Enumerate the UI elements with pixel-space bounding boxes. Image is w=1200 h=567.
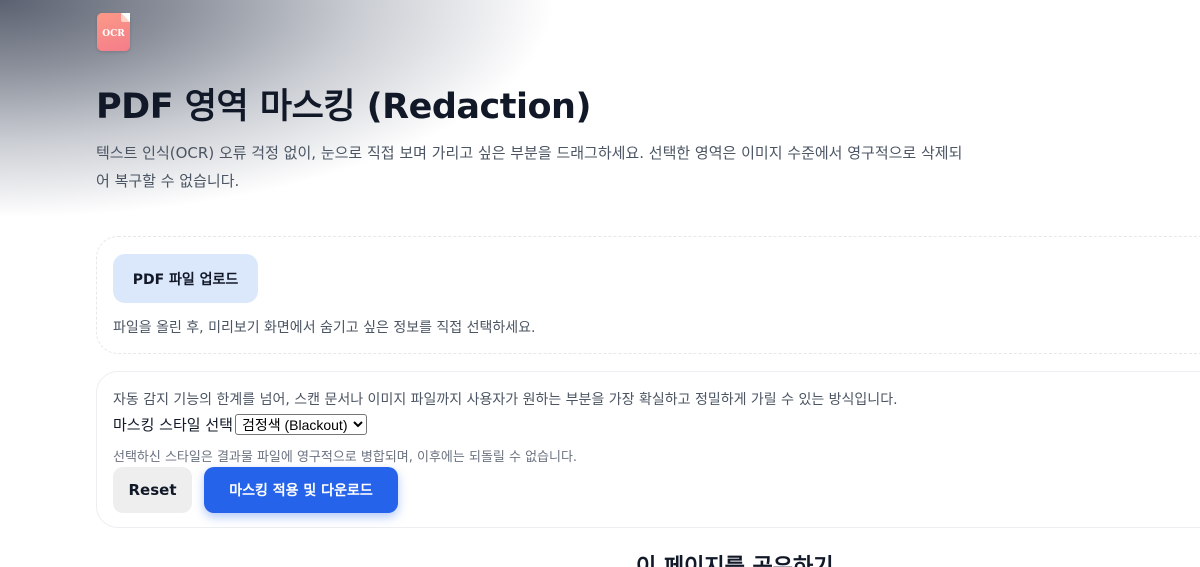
reset-button[interactable]: Reset [113, 467, 192, 513]
ocr-file-icon: OCR [97, 13, 130, 51]
page-subtitle: 텍스트 인식(OCR) 오류 걱정 없이, 눈으로 직접 보며 가리고 싶은 부… [96, 144, 963, 190]
upload-pdf-button[interactable]: PDF 파일 업로드 [113, 254, 258, 303]
upload-card: PDF 파일 업로드 파일을 올린 후, 미리보기 화면에서 숨기고 싶은 정보… [96, 236, 1200, 354]
settings-description: 자동 감지 기능의 한계를 넘어, 스캔 문서나 이미지 파일까지 사용자가 원… [113, 392, 898, 408]
logo-text: OCR [102, 29, 125, 39]
masking-style-row: 마스킹 스타일 선택 검정색 (Blackout) [113, 414, 367, 435]
settings-card: 자동 감지 기능의 한계를 넘어, 스캔 문서나 이미지 파일까지 사용자가 원… [96, 371, 1200, 528]
settings-note: 선택하신 스타일은 결과물 파일에 영구적으로 병합되며, 이후에는 되돌릴 수… [113, 450, 578, 465]
page-title: PDF 영역 마스킹 (Redaction) [96, 87, 591, 127]
apply-and-download-button[interactable]: 마스킹 적용 및 다운로드 [204, 467, 398, 513]
page: OCR PDF 영역 마스킹 (Redaction) 텍스트 인식(OCR) 오… [0, 0, 1200, 567]
masking-style-label: 마스킹 스타일 선택 [113, 416, 233, 434]
share-heading: 이 페이지를 공유하기 [636, 549, 833, 567]
masking-style-select[interactable]: 검정색 (Blackout) [234, 414, 367, 435]
upload-hint: 파일을 올린 후, 미리보기 화면에서 숨기고 싶은 정보를 직접 선택하세요. [113, 320, 536, 336]
